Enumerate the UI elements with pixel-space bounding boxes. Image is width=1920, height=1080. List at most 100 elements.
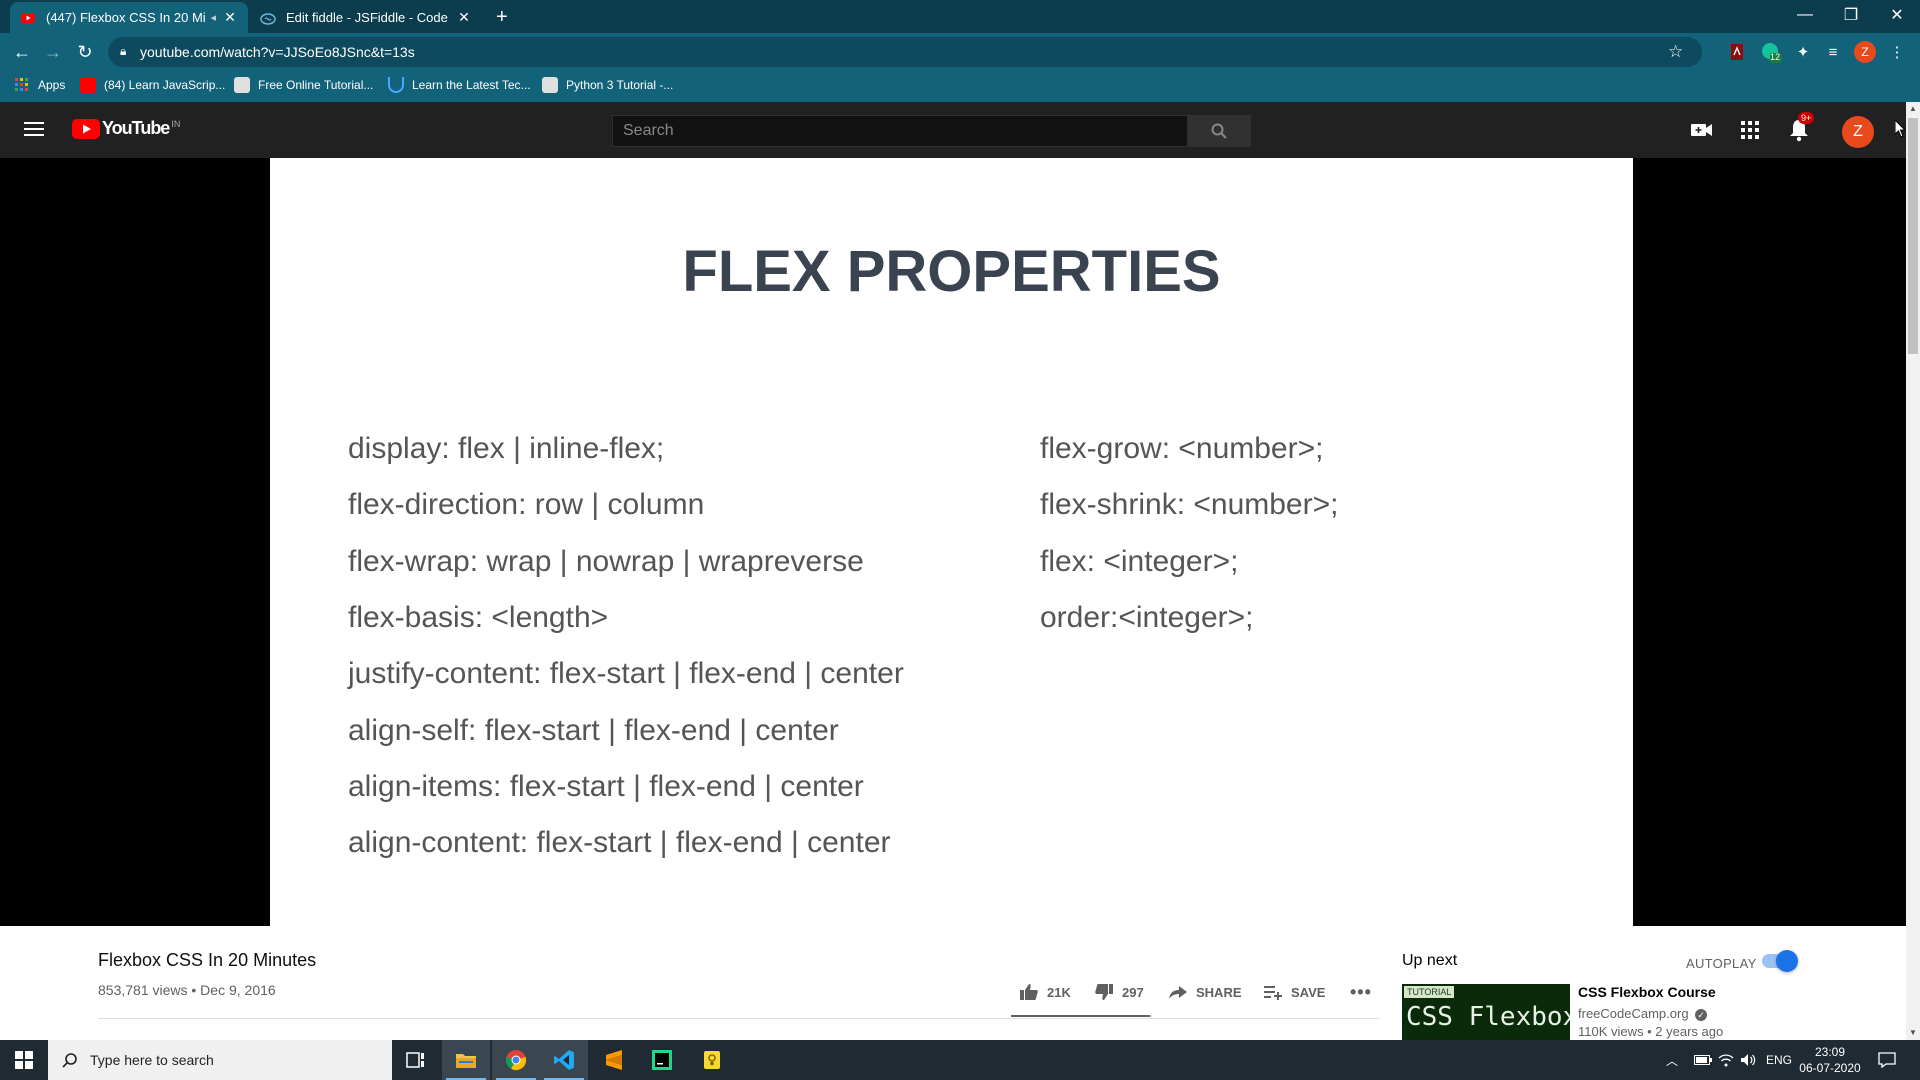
- divider: [98, 1018, 1380, 1019]
- lock-icon: 🔒︎: [120, 44, 127, 58]
- autoplay-toggle-knob[interactable]: [1776, 950, 1798, 972]
- url-text: youtube.com/watch?v=JJSoEo8JSnc&t=13s: [140, 44, 415, 60]
- tutorial-icon: [234, 77, 250, 93]
- bookmark-learn-javascript[interactable]: (84) Learn JavaScrip...: [80, 77, 225, 93]
- apps-grid-icon[interactable]: [1740, 120, 1760, 140]
- bookmark-python-tutorial[interactable]: Python 3 Tutorial -...: [542, 77, 673, 93]
- scrollbar-thumb[interactable]: [1908, 118, 1918, 354]
- volume-icon[interactable]: [1740, 1040, 1756, 1080]
- search-icon: [62, 1053, 77, 1068]
- file-explorer-icon[interactable]: [442, 1040, 490, 1080]
- close-tab-icon[interactable]: ✕: [456, 9, 472, 26]
- close-tab-icon[interactable]: ✕: [222, 9, 238, 26]
- recommendation-channel[interactable]: freeCodeCamp.org ✓: [1578, 1006, 1708, 1021]
- add-to-playlist-icon: [1264, 986, 1282, 1000]
- pycharm-icon[interactable]: [638, 1040, 686, 1080]
- left-property-line: align-content: flex-start | flex-end | c…: [348, 826, 891, 859]
- battery-icon[interactable]: [1694, 1040, 1712, 1080]
- youtube-icon: [80, 77, 96, 93]
- udemy-icon: [388, 77, 404, 93]
- show-hidden-icons-chevron[interactable]: ︿: [1666, 1040, 1678, 1080]
- left-property-line: align-items: flex-start | flex-end | cen…: [348, 770, 864, 803]
- recommendation-title[interactable]: CSS Flexbox Course: [1578, 984, 1716, 1000]
- hamburger-menu-icon[interactable]: [24, 120, 48, 140]
- scroll-down-arrow-icon[interactable]: ▼: [1909, 1028, 1917, 1037]
- youtube-logo[interactable]: YouTube IN: [72, 118, 180, 139]
- wifi-icon[interactable]: [1718, 1040, 1734, 1080]
- vscode-icon[interactable]: [540, 1040, 588, 1080]
- browser-toolbar: ← → ↻ 🔒︎ youtube.com/watch?v=JJSoEo8JSnc…: [0, 33, 1920, 71]
- forward-arrow-icon[interactable]: →: [41, 40, 65, 64]
- system-clock[interactable]: 23:09 06-07-2020: [1788, 1044, 1872, 1076]
- page-scrollbar[interactable]: ▲ ▼: [1906, 102, 1920, 1040]
- browser-tab-strip: (447) Flexbox CSS In 20 Minu ◂ ✕ Edit fi…: [0, 0, 1920, 33]
- bookmark-label: Learn the Latest Tec...: [412, 78, 531, 92]
- taskbar-search-box[interactable]: Type here to search: [48, 1040, 392, 1080]
- tab-jsfiddle[interactable]: Edit fiddle - JSFiddle - Code Playg ✕: [250, 2, 482, 33]
- search-input[interactable]: Search: [612, 115, 1188, 147]
- video-player[interactable]: FLEX PROPERTIES display: flex | inline-f…: [0, 158, 1906, 926]
- windows-start-icon[interactable]: [0, 1040, 48, 1080]
- like-ratio-fill: [1011, 1015, 1150, 1017]
- browser-menu-icon[interactable]: ⋮: [1886, 41, 1908, 63]
- like-ratio-bar: [1011, 1015, 1151, 1017]
- sublime-text-icon[interactable]: [590, 1040, 638, 1080]
- minimize-icon[interactable]: —: [1782, 0, 1828, 30]
- python-icon: [542, 77, 558, 93]
- youtube-logo-icon: [72, 118, 100, 139]
- like-button[interactable]: 21K: [1019, 982, 1071, 1002]
- left-property-line: display: flex | inline-flex;: [348, 432, 665, 465]
- action-center-icon[interactable]: [1878, 1040, 1896, 1080]
- pdf-extension-icon[interactable]: [1726, 41, 1748, 63]
- bookmark-label: Apps: [38, 78, 66, 92]
- save-button[interactable]: SAVE: [1263, 982, 1325, 1002]
- youtube-header: YouTube IN Search 9+ Z: [0, 102, 1906, 158]
- bookmark-label: (84) Learn JavaScrip...: [104, 78, 226, 92]
- tab-youtube[interactable]: (447) Flexbox CSS In 20 Minu ◂ ✕: [10, 2, 248, 33]
- bookmark-star-icon[interactable]: ☆: [1668, 42, 1683, 62]
- video-view-count: 853,781 views • Dec 9, 2016: [98, 982, 276, 998]
- jsfiddle-favicon-icon: [260, 10, 276, 26]
- audio-playing-icon: ◂: [210, 12, 216, 24]
- channel-name: freeCodeCamp.org: [1578, 1006, 1689, 1021]
- thumbs-up-icon: [1020, 984, 1038, 1000]
- thumbnail-text: CSS Flexbox: [1406, 1002, 1570, 1032]
- bookmark-label: Python 3 Tutorial -...: [566, 78, 674, 92]
- new-tab-button[interactable]: +: [496, 6, 508, 29]
- share-label: SHARE: [1196, 984, 1242, 1000]
- search-button[interactable]: [1187, 115, 1251, 147]
- youtube-favicon-icon: [20, 10, 36, 26]
- sticky-notes-icon[interactable]: [688, 1040, 736, 1080]
- grammar-extension-icon[interactable]: 12: [1760, 41, 1782, 63]
- address-bar[interactable]: 🔒︎ youtube.com/watch?v=JJSoEo8JSnc&t=13s…: [108, 37, 1702, 67]
- bookmark-learn-latest-tech[interactable]: Learn the Latest Tec...: [388, 77, 531, 93]
- clock-time: 23:09: [1814, 1045, 1846, 1059]
- left-property-line: flex-basis: <length>: [348, 601, 609, 634]
- media-queue-icon[interactable]: ≡: [1822, 41, 1844, 63]
- restore-icon[interactable]: ❐: [1828, 0, 1874, 30]
- back-arrow-icon[interactable]: ←: [10, 40, 34, 64]
- dislike-count: 297: [1122, 984, 1144, 1000]
- create-video-icon[interactable]: [1690, 120, 1714, 140]
- slide-title: FLEX PROPERTIES: [682, 239, 1221, 304]
- puzzle-extensions-icon[interactable]: ✦: [1792, 41, 1814, 63]
- dislike-button[interactable]: 297: [1094, 982, 1144, 1002]
- account-avatar[interactable]: Z: [1842, 116, 1874, 148]
- recommendation-thumbnail[interactable]: TUTORIAL CSS Flexbox: [1402, 984, 1570, 1040]
- close-window-icon[interactable]: ✕: [1874, 0, 1920, 30]
- profile-avatar[interactable]: Z: [1854, 41, 1876, 63]
- task-view-icon[interactable]: [392, 1040, 440, 1080]
- autoplay-label: AUTOPLAY: [1686, 956, 1757, 971]
- windows-taskbar: Type here to search ︿ ENG 23:09 06-07-20…: [0, 1040, 1920, 1080]
- share-button[interactable]: SHARE: [1168, 982, 1242, 1002]
- region-code: IN: [171, 118, 181, 129]
- reload-icon[interactable]: ↻: [73, 40, 97, 64]
- bookmark-apps[interactable]: Apps: [14, 77, 65, 93]
- apps-grid-icon: [14, 77, 30, 93]
- scroll-up-arrow-icon[interactable]: ▲: [1909, 104, 1917, 113]
- bookmark-free-online-tutorial[interactable]: Free Online Tutorial...: [234, 77, 373, 93]
- mouse-cursor-icon: [1895, 120, 1905, 138]
- more-actions-icon[interactable]: •••: [1350, 982, 1372, 1003]
- chrome-icon[interactable]: [492, 1040, 540, 1080]
- thumbs-down-icon: [1095, 984, 1113, 1000]
